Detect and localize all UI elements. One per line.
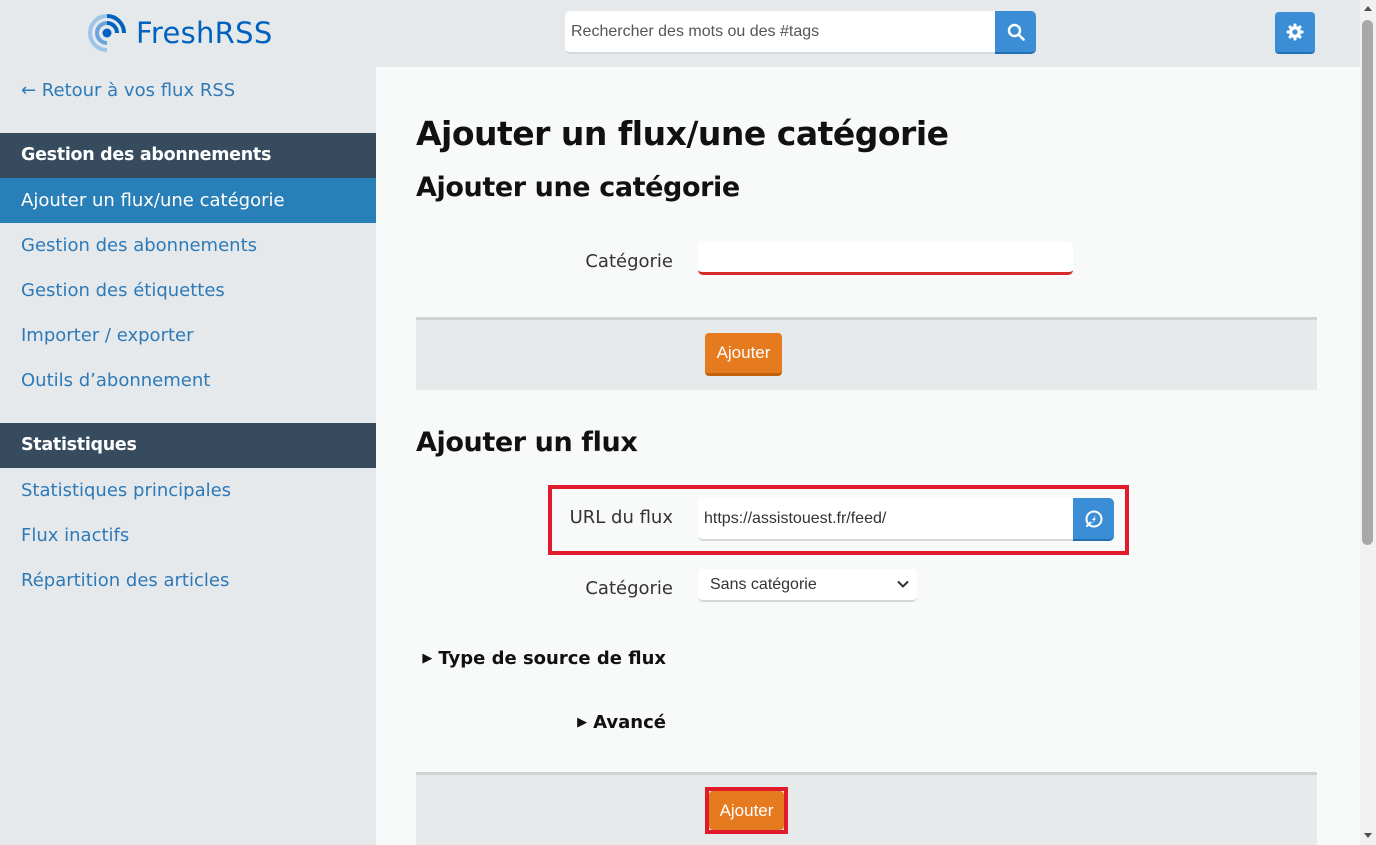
add-feed-action-bar: Ajouter (416, 772, 1317, 845)
add-feed-heading: Ajouter un flux (416, 427, 638, 458)
search-button[interactable] (995, 11, 1036, 54)
logo[interactable]: FreshRSS (88, 12, 273, 54)
header: FreshRSS (0, 0, 1360, 67)
search-input[interactable] (565, 11, 995, 54)
settings-button[interactable] (1275, 12, 1315, 54)
add-category-heading: Ajouter une catégorie (416, 172, 740, 203)
feed-source-type-toggle[interactable]: ▶ Type de source de flux (366, 648, 666, 669)
sidebar-item-article-repartition[interactable]: Répartition des articles (0, 558, 376, 603)
search-icon (1007, 23, 1025, 41)
sidebar-item-import-export[interactable]: Importer / exporter (0, 313, 376, 358)
search-bar (565, 11, 1036, 54)
add-category-button[interactable]: Ajouter (705, 333, 782, 376)
scrollbar-thumb[interactable] (1362, 20, 1373, 545)
add-feed-button[interactable]: Ajouter (709, 791, 784, 830)
sidebar-item-main-statistics[interactable]: Statistiques principales (0, 468, 376, 513)
category-name-input[interactable] (698, 242, 1073, 275)
scroll-down-arrow-icon[interactable] (1363, 830, 1373, 840)
feed-category-selected: Sans catégorie (710, 576, 817, 593)
sidebar-item-idle-feeds[interactable]: Flux inactifs (0, 513, 376, 558)
scroll-up-arrow-icon[interactable] (1363, 4, 1373, 14)
feed-url-input[interactable] (698, 498, 1073, 541)
feed-url-discover-button[interactable] (1073, 498, 1114, 541)
sidebar-item-manage-labels[interactable]: Gestion des étiquettes (0, 268, 376, 313)
advanced-toggle[interactable]: ▶ Avancé (366, 712, 666, 733)
scrollbar[interactable] (1360, 0, 1376, 845)
feed-category-select[interactable]: Sans catégorie (698, 569, 917, 602)
category-name-label: Catégorie (585, 251, 673, 272)
sidebar-item-manage-subscriptions[interactable]: Gestion des abonnements (0, 223, 376, 268)
page-title: Ajouter un flux/une catégorie (416, 114, 949, 153)
sidebar-item-add-feed[interactable]: Ajouter un flux/une catégorie (0, 178, 376, 223)
feed-source-type-label: Type de source de flux (438, 648, 666, 669)
add-category-action-bar: Ajouter (416, 317, 1317, 390)
sidebar-item-subscription-tools[interactable]: Outils d’abonnement (0, 358, 376, 403)
feed-category-label: Catégorie (585, 578, 673, 599)
disclosure-triangle-icon: ▶ (422, 651, 433, 666)
disclosure-triangle-icon: ▶ (577, 715, 588, 730)
sidebar-section-subscriptions: Gestion des abonnements (0, 133, 376, 178)
rss-signal-icon (88, 14, 126, 52)
back-to-feeds-link[interactable]: ← Retour à vos flux RSS (21, 80, 235, 101)
gear-icon (1286, 23, 1304, 41)
main-content: Ajouter un flux/une catégorie Ajouter un… (376, 67, 1360, 845)
chevron-down-icon (897, 580, 909, 588)
logo-text: FreshRSS (136, 16, 273, 50)
rocket-icon (1085, 510, 1102, 527)
sidebar-section-statistics: Statistiques (0, 423, 376, 468)
feed-url-label: URL du flux (569, 507, 673, 528)
advanced-label: Avancé (593, 712, 666, 733)
sidebar: ← Retour à vos flux RSS Gestion des abon… (0, 67, 376, 845)
